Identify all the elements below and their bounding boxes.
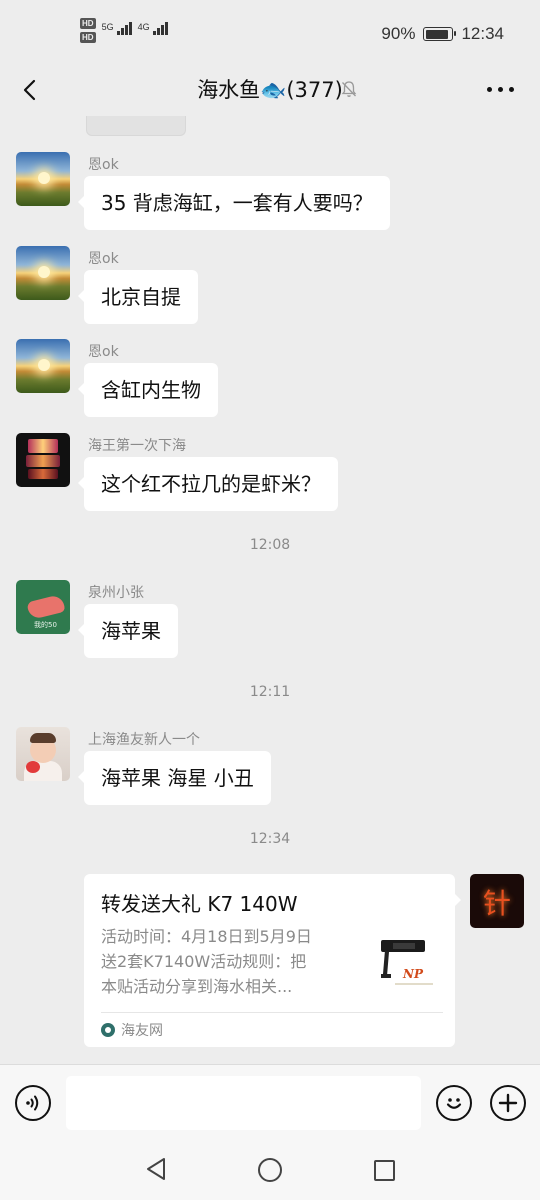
nav-back-icon[interactable] xyxy=(144,1156,168,1182)
plus-icon xyxy=(498,1093,518,1113)
chat-header: 海水鱼🐟(377) xyxy=(0,64,540,116)
message-input[interactable] xyxy=(66,1076,421,1130)
source-logo-icon xyxy=(101,1023,115,1037)
hd-badge: HD xyxy=(80,18,96,29)
timestamp: 12:08 xyxy=(249,537,291,553)
timestamp: 12:11 xyxy=(249,684,291,700)
message-bubble[interactable]: 北京自提 xyxy=(78,270,198,324)
sender-name: 海王第一次下海 xyxy=(88,438,186,454)
mute-bell-icon xyxy=(341,81,357,97)
timestamp: 12:34 xyxy=(249,831,291,847)
sender-name: 恩ok xyxy=(88,251,119,267)
chat-title: 海水鱼🐟(377) xyxy=(197,78,343,102)
status-bar: HD HD 5G 4G 90% 12:34 xyxy=(0,0,540,64)
link-card-title: 转发送大礼 K7 140W xyxy=(101,892,298,916)
emoji-icon xyxy=(446,1098,462,1109)
message-bubble[interactable]: 含缸内生物 xyxy=(78,363,218,417)
message-bubble[interactable]: 这个红不拉几的是虾米？ xyxy=(78,457,338,511)
avatar[interactable]: 我的50 xyxy=(16,580,70,634)
emoji-button[interactable] xyxy=(436,1085,472,1121)
sender-name: 泉州小张 xyxy=(88,585,144,601)
voice-icon xyxy=(26,1095,39,1111)
avatar[interactable] xyxy=(16,433,70,487)
signal-5g-icon: 5G xyxy=(102,22,132,35)
input-bar xyxy=(0,1064,540,1142)
sender-name: 恩ok xyxy=(88,344,119,360)
product-thumbnail: NP xyxy=(373,930,439,996)
clock: 12:34 xyxy=(461,24,504,43)
nav-home-icon[interactable] xyxy=(258,1158,282,1182)
hd-badge: HD xyxy=(80,32,96,43)
battery-icon xyxy=(423,27,457,41)
link-card-description: 活动时间：4月18日到5月9日 送2套K7140W活动规则：把 本贴活动分享到海… xyxy=(101,927,312,996)
more-dots-icon[interactable] xyxy=(487,87,514,92)
message-bubble[interactable]: 35 背虑海缸，一套有人要吗？ xyxy=(78,176,390,230)
signal-4g-icon: 4G xyxy=(138,22,168,35)
partial-message xyxy=(86,116,186,136)
message-bubble[interactable]: 海苹果 xyxy=(78,604,178,658)
more-functions-button[interactable] xyxy=(490,1085,526,1121)
avatar[interactable] xyxy=(16,246,70,300)
sender-name: 上海渔友新人一个 xyxy=(88,732,200,748)
link-card-source: 海友网 xyxy=(101,1020,163,1040)
system-navigation-bar xyxy=(0,1142,540,1200)
link-card[interactable]: 转发送大礼 K7 140W 活动时间：4月18日到5月9日 送2套K7140W活… xyxy=(84,874,461,1047)
chat-area[interactable]: 恩ok 35 背虑海缸，一套有人要吗？ 恩ok 北京自提 恩ok 含缸内生物 海… xyxy=(0,116,540,1064)
signal-area: HD HD 5G 4G xyxy=(80,18,168,43)
message-bubble[interactable]: 海苹果 海星 小丑 xyxy=(78,751,271,805)
avatar[interactable] xyxy=(16,727,70,781)
avatar-self[interactable]: 针 xyxy=(470,874,524,928)
svg-text:NP: NP xyxy=(402,967,424,981)
avatar[interactable] xyxy=(16,152,70,206)
sender-name: 恩ok xyxy=(88,157,119,173)
battery-percent: 90% xyxy=(381,24,416,43)
avatar[interactable] xyxy=(16,339,70,393)
nav-recents-icon[interactable] xyxy=(374,1160,395,1181)
voice-input-button[interactable] xyxy=(15,1085,51,1121)
